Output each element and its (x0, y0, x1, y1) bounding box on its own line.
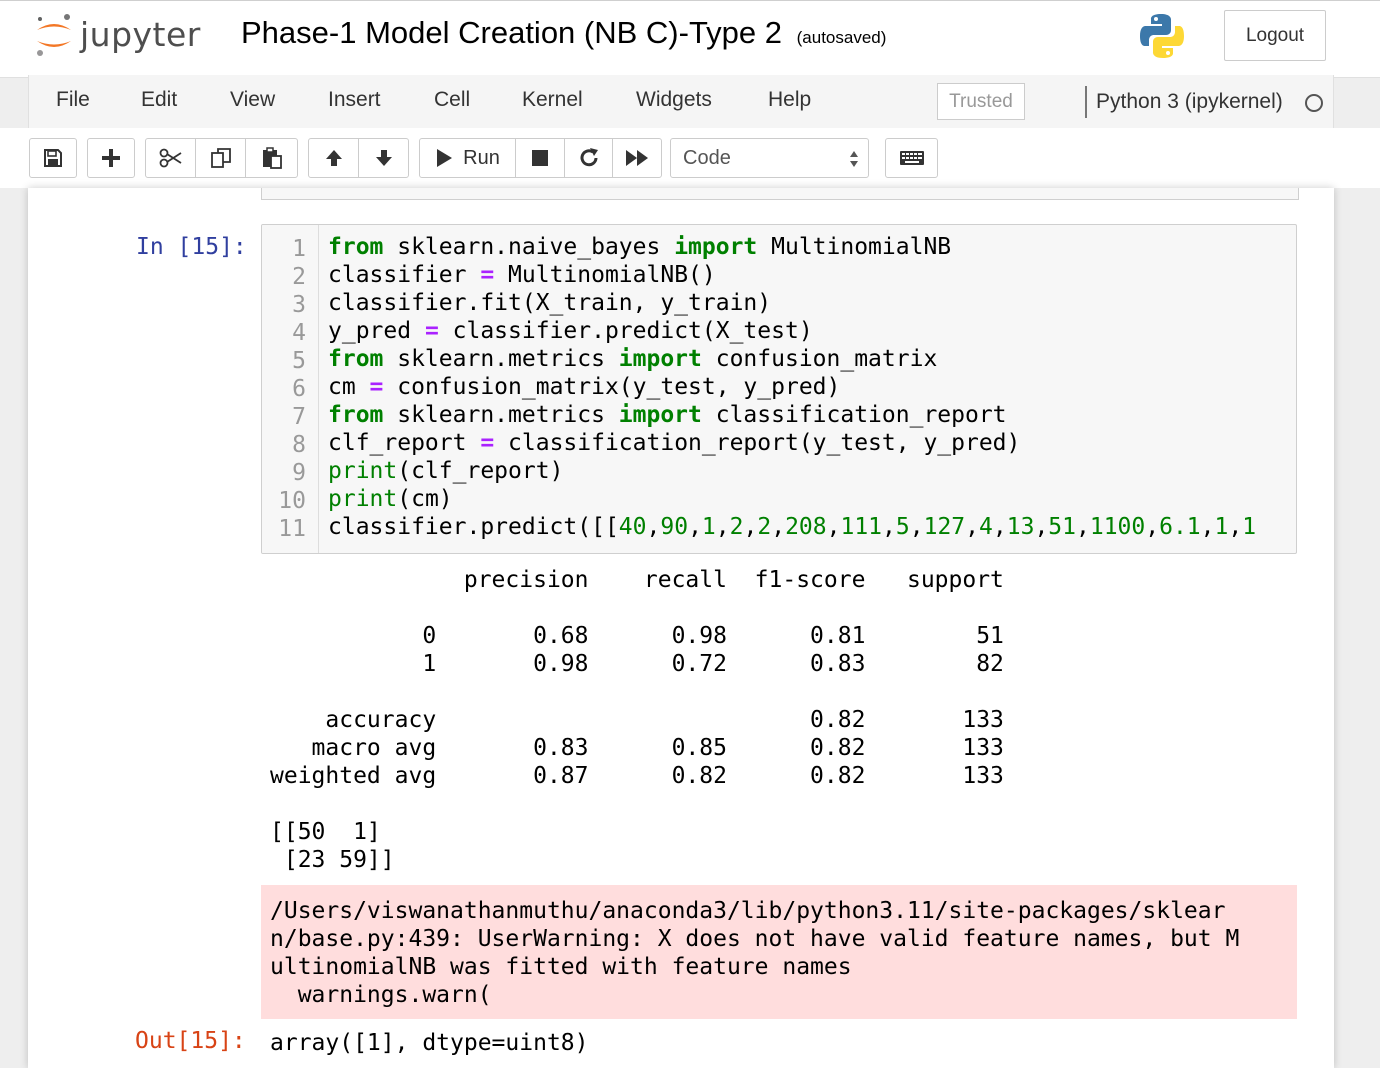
line-number: 2 (292, 264, 306, 290)
line-number-gutter: 1 2 3 4 5 6 7 8 9 10 11 (262, 225, 319, 553)
restart-run-all-button[interactable] (612, 138, 662, 178)
code-line-2: classifier = MultinomialNB() (328, 262, 716, 288)
cut-button[interactable] (145, 138, 196, 178)
line-number: 5 (292, 348, 306, 374)
save-button[interactable] (29, 138, 77, 178)
code-line-1: from sklearn.naive_bayes import Multinom… (328, 234, 952, 260)
arrow-down-icon (375, 150, 392, 166)
notebook-name[interactable]: Phase-1 Model Creation (NB C)-Type 2 (241, 15, 782, 50)
trusted-indicator[interactable]: Trusted (937, 83, 1025, 120)
output-result: array([1], dtype=uint8) (270, 1030, 589, 1056)
menu-widgets[interactable]: Widgets (636, 88, 712, 112)
menu-kernel[interactable]: Kernel (522, 88, 583, 112)
jupyter-logo-icon (37, 14, 71, 56)
toolbar: Run Code (0, 128, 1380, 188)
kernel-name[interactable]: Python 3 (ipykernel) (1096, 90, 1283, 114)
select-arrows-icon (850, 151, 858, 167)
keyboard-icon (899, 151, 924, 165)
kernel-idle-icon (1305, 94, 1323, 112)
cell-type-value: Code (683, 146, 731, 169)
report-row: macro avg 0.83 0.85 0.82 133 (270, 735, 1004, 761)
jupyter-wordmark: jupyter (80, 14, 201, 54)
line-number: 4 (292, 320, 306, 346)
jupyter-logo[interactable]: jupyter (34, 11, 201, 57)
restart-button[interactable] (564, 138, 613, 178)
report-row: accuracy 0.82 133 (270, 707, 1004, 733)
scissors-icon (159, 148, 181, 168)
stderr-line: /Users/viswanathanmuthu/anaconda3/lib/py… (270, 898, 1226, 924)
autosave-status: (autosaved) (796, 28, 887, 47)
move-up-button[interactable] (308, 138, 359, 178)
run-button[interactable]: Run (419, 138, 516, 178)
copy-icon (210, 148, 231, 168)
fast-forward-icon (626, 150, 648, 166)
move-down-button[interactable] (358, 138, 409, 178)
code-line-9: print(clf_report) (328, 458, 564, 484)
code-line-8: clf_report = classification_report(y_tes… (328, 430, 1021, 456)
stderr-output: /Users/viswanathanmuthu/anaconda3/lib/py… (261, 885, 1297, 1019)
menu-file[interactable]: File (56, 88, 90, 112)
notebook-header: jupyter Phase-1 Model Creation (NB C)-Ty… (0, 0, 1380, 78)
cell-type-select[interactable]: Code (670, 138, 869, 178)
report-row: 0 0.68 0.98 0.81 51 (270, 623, 1004, 649)
notebook-title[interactable]: Phase-1 Model Creation (NB C)-Type 2 (au… (241, 15, 886, 51)
line-number: 9 (292, 460, 306, 486)
kernel-divider (1085, 86, 1087, 118)
stderr-line: ultinomialNB was fitted with feature nam… (270, 954, 852, 980)
save-icon (44, 149, 62, 167)
arrow-up-icon (325, 150, 342, 166)
paste-button[interactable] (245, 138, 298, 178)
line-number: 6 (292, 376, 306, 402)
input-prompt: In [15]: (136, 234, 247, 260)
code-line-3: classifier.fit(X_train, y_train) (328, 290, 772, 316)
menu-view[interactable]: View (230, 88, 275, 112)
code-line-4: y_pred = classifier.predict(X_test) (328, 318, 813, 344)
line-number: 8 (292, 432, 306, 458)
insert-cell-button[interactable] (87, 138, 135, 178)
stop-icon (532, 150, 548, 166)
copy-button[interactable] (195, 138, 246, 178)
menu-bar: File Edit View Insert Cell Kernel Widget… (28, 75, 1334, 129)
line-number: 1 (292, 236, 306, 262)
line-number: 3 (292, 292, 306, 318)
line-number: 10 (278, 488, 306, 514)
menu-cell[interactable]: Cell (434, 88, 470, 112)
command-palette-button[interactable] (885, 138, 938, 178)
restart-icon (580, 148, 598, 167)
stderr-line: warnings.warn( (270, 982, 492, 1008)
play-icon (437, 149, 453, 167)
code-line-5: from sklearn.metrics import confusion_ma… (328, 346, 938, 372)
notebook-container: In [15]: 1 2 3 4 5 6 7 8 9 10 11 from sk… (28, 188, 1334, 1068)
code-line-11: classifier.predict([[40,90,1,2,2,208,111… (328, 514, 1257, 540)
code-line-10: print(cm) (328, 486, 453, 512)
interrupt-button[interactable] (515, 138, 565, 178)
report-header: precision recall f1-score support (270, 567, 1004, 593)
code-lines[interactable]: from sklearn.naive_bayes import Multinom… (328, 225, 1296, 553)
report-row: 1 0.98 0.72 0.83 82 (270, 651, 1004, 677)
clipboard-icon (262, 147, 282, 169)
menu-insert[interactable]: Insert (328, 88, 381, 112)
python-logo-icon (1140, 14, 1184, 58)
code-line-7: from sklearn.metrics import classificati… (328, 402, 1007, 428)
stderr-line: n/base.py:439: UserWarning: X does not h… (270, 926, 1240, 952)
run-label: Run (463, 146, 500, 169)
plus-icon (102, 149, 120, 167)
code-editor[interactable]: 1 2 3 4 5 6 7 8 9 10 11 from sklearn.nai… (261, 224, 1297, 554)
menu-edit[interactable]: Edit (141, 88, 177, 112)
logout-button[interactable]: Logout (1224, 10, 1326, 61)
line-number: 11 (278, 516, 306, 542)
report-row: weighted avg 0.87 0.82 0.82 133 (270, 763, 1004, 789)
menu-help[interactable]: Help (768, 88, 811, 112)
previous-cell-edge[interactable] (261, 188, 1299, 200)
confusion-matrix-line: [23 59]] (270, 847, 395, 873)
confusion-matrix-line: [[50 1] (270, 819, 381, 845)
output-prompt: Out[15]: (135, 1028, 246, 1054)
code-line-6: cm = confusion_matrix(y_test, y_pred) (328, 374, 841, 400)
line-number: 7 (292, 404, 306, 430)
